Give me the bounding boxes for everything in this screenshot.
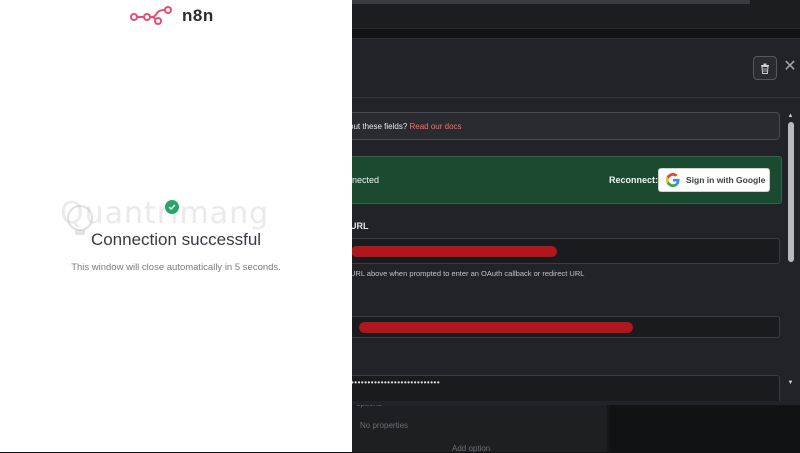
credential-modal: ✕ out these fields? Read our docs nnecte… [346, 38, 800, 405]
logo-text: n8n [182, 6, 214, 25]
read-docs-link[interactable]: Read our docs [410, 122, 462, 131]
success-check-icon [165, 200, 179, 214]
background-output-panel [610, 404, 800, 452]
client-secret-value: ••••••••••••••••••••••••••• [351, 378, 441, 387]
n8n-logo-icon [130, 6, 172, 25]
google-button-label: Sign in with Google [686, 175, 766, 185]
n8n-logo: n8n [130, 5, 214, 27]
google-icon [666, 173, 680, 187]
success-title: Connection successful [90, 230, 262, 249]
reconnect-label: Reconnect: [609, 175, 659, 185]
close-icon: ✕ [783, 58, 797, 75]
client-id-field[interactable]: e [346, 316, 780, 338]
horizontal-scrollbar[interactable] [352, 0, 750, 4]
close-modal-button[interactable]: ✕ [782, 57, 798, 77]
auto-close-message: This window will close automatically in … [71, 262, 281, 273]
docs-info-box: out these fields? Read our docs [346, 112, 780, 140]
scroll-track[interactable] [787, 122, 794, 377]
scroll-down-arrow-icon[interactable]: ▼ [786, 379, 795, 387]
redirect-url-label: URL [350, 221, 369, 231]
redirect-url-hint: URL above when prompted to enter an OAut… [350, 269, 585, 278]
background-panel: options No properties Add option [352, 399, 800, 453]
redaction-mark [351, 246, 557, 257]
app-top-bar [352, 0, 800, 29]
watermark-text: Quantrimang [60, 196, 270, 231]
no-properties-text: No properties [360, 421, 409, 430]
modal-scrollbar[interactable]: ▲ ▼ [786, 112, 795, 387]
sign-in-with-google-button[interactable]: Sign in with Google [658, 168, 770, 192]
delete-credential-button[interactable] [753, 56, 777, 80]
oauth-popup-window: n8n Quantrimang Connection successful Th… [0, 0, 352, 452]
modal-header: ✕ [352, 39, 800, 98]
client-secret-field[interactable]: ••••••••••••••••••••••••••• [346, 375, 780, 401]
info-text: out these fields? [349, 122, 408, 131]
trash-icon [761, 63, 769, 74]
redirect-url-field[interactable]: s [346, 238, 780, 264]
scroll-thumb[interactable] [788, 122, 794, 262]
account-connected-banner: nnected Reconnect: Sign in with Google [346, 156, 782, 204]
scroll-up-arrow-icon[interactable]: ▲ [786, 112, 795, 120]
redaction-mark [359, 322, 633, 333]
